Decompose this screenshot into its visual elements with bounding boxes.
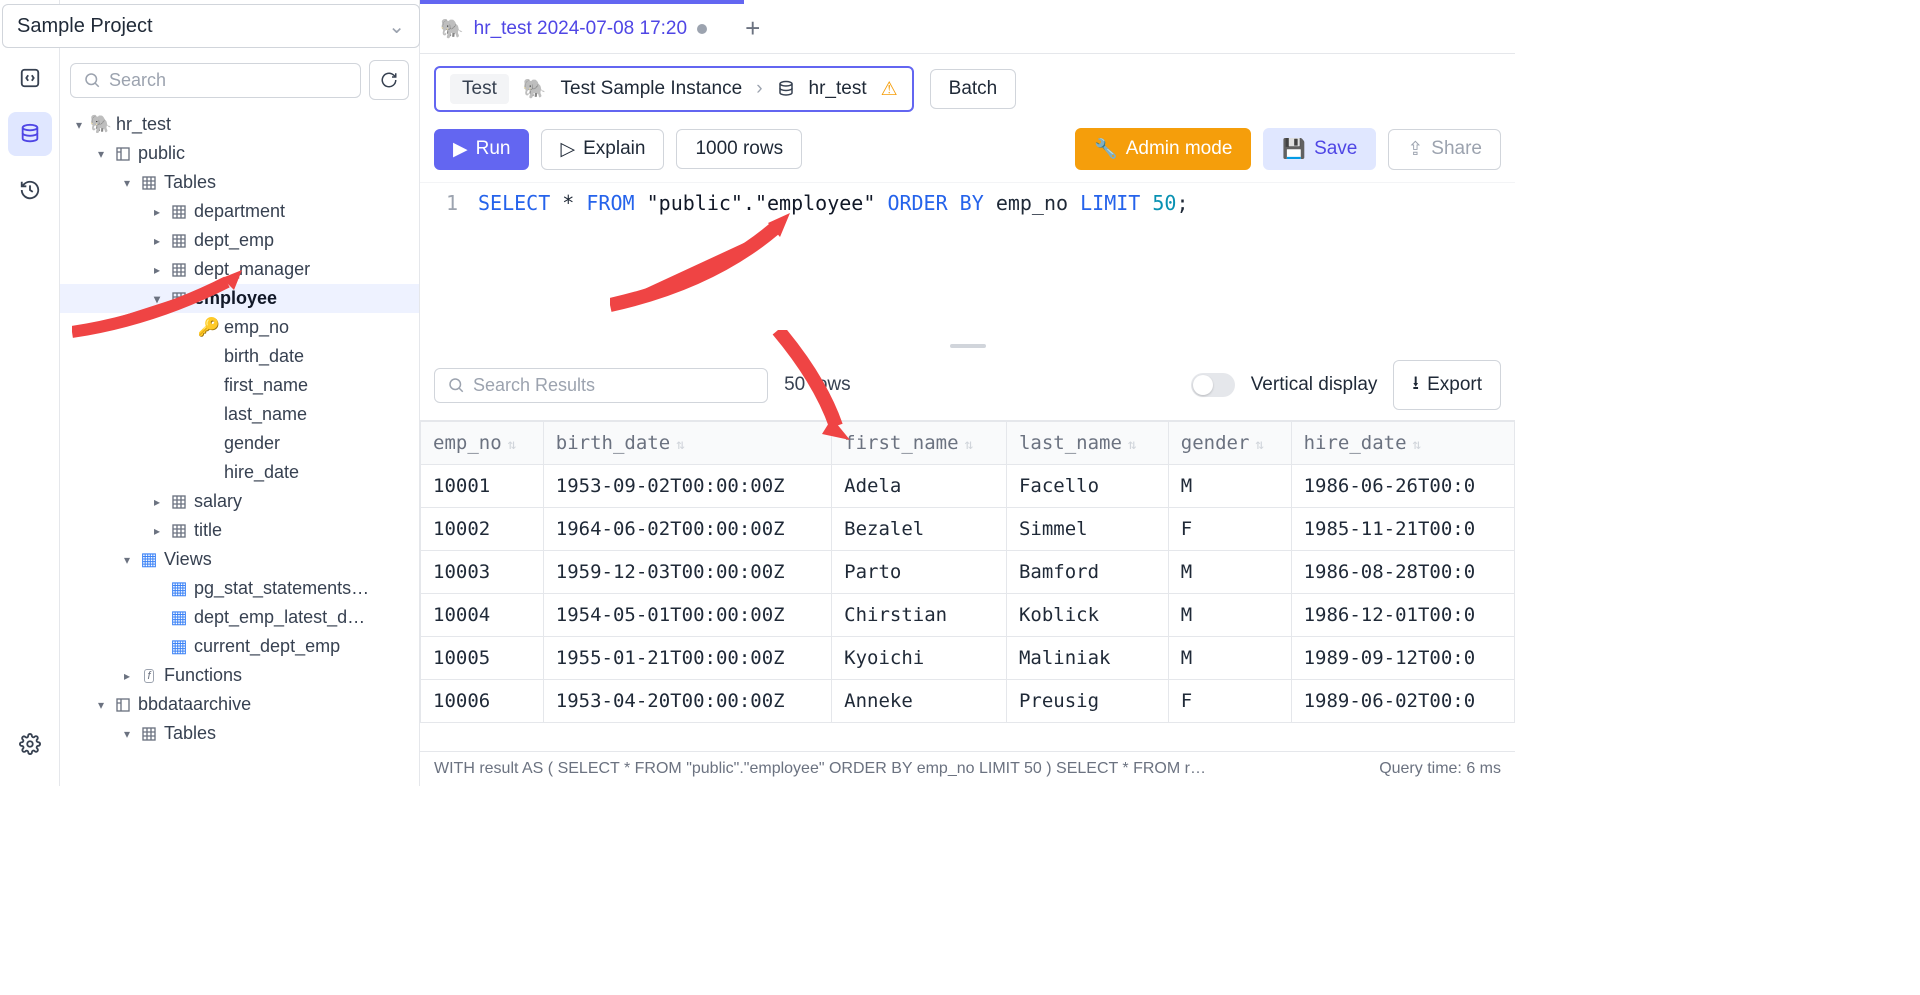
batch-button[interactable]: Batch (930, 69, 1017, 109)
row-limit-select[interactable]: 1000 rows (676, 129, 802, 169)
sql-editor[interactable]: 1 SELECT * FROM "public"."employee" ORDE… (420, 182, 1515, 342)
project-selector[interactable]: Sample Project ⌄ (2, 4, 420, 48)
rail-history-icon[interactable] (8, 168, 52, 212)
tree: ▾🐘hr_test▾public▾Tables▸department▸dept_… (60, 110, 419, 786)
table-row[interactable]: 100021964-06-02T00:00:00ZBezalelSimmelF1… (421, 508, 1515, 551)
search-icon (83, 71, 101, 89)
col-header-hire_date[interactable]: hire_date⇅ (1291, 422, 1514, 465)
tab-active[interactable]: 🐘 hr_test 2024-07-08 17:20 (420, 4, 727, 53)
rail-settings-icon[interactable] (8, 722, 52, 766)
col-header-last_name[interactable]: last_name⇅ (1006, 422, 1168, 465)
warning-icon: ⚠ (881, 78, 898, 101)
save-icon: 💾 (1282, 137, 1306, 161)
postgres-icon: 🐘 (440, 17, 464, 41)
tree-view[interactable]: ▦dept_emp_latest_d… (60, 603, 419, 632)
status-query: WITH result AS ( SELECT * FROM "public".… (434, 760, 1206, 778)
tree-col-first_name[interactable]: first_name (60, 371, 419, 400)
tree-col-last_name[interactable]: last_name (60, 400, 419, 429)
project-name: Sample Project (17, 15, 153, 38)
search-icon (447, 376, 465, 394)
status-time: Query time: 6 ms (1379, 760, 1501, 778)
refresh-icon (380, 71, 398, 89)
refresh-button[interactable] (369, 60, 409, 100)
share-button[interactable]: ⇪Share (1388, 129, 1501, 170)
sql-code: SELECT * FROM "public"."employee" ORDER … (478, 191, 1189, 342)
tree-archive-tables[interactable]: ▾Tables (60, 719, 419, 748)
col-header-first_name[interactable]: first_name⇅ (832, 422, 1007, 465)
save-button[interactable]: 💾Save (1263, 128, 1376, 170)
splitter-handle[interactable] (420, 342, 1515, 350)
play-outline-icon: ▷ (560, 138, 575, 161)
chevron-down-icon: ⌄ (388, 14, 405, 39)
tree-schema[interactable]: ▾public (60, 139, 419, 168)
table-row[interactable]: 100061953-04-20T00:00:00ZAnnekePreusigF1… (421, 680, 1515, 723)
results-toolbar: Search Results 50 rows Vertical display … (420, 350, 1515, 420)
tree-table-employee[interactable]: ▾employee (60, 284, 419, 313)
tree-tables[interactable]: ▾Tables (60, 168, 419, 197)
tree-view[interactable]: ▦current_dept_emp (60, 632, 419, 661)
tree-table-dept_emp[interactable]: ▸dept_emp (60, 226, 419, 255)
col-header-birth_date[interactable]: birth_date⇅ (543, 422, 831, 465)
sort-icon: ⇅ (1128, 437, 1136, 453)
wrench-icon: 🔧 (1094, 137, 1118, 161)
table-row[interactable]: 100051955-01-21T00:00:00ZKyoichiMaliniak… (421, 637, 1515, 680)
table-row[interactable]: 100031959-12-03T00:00:00ZPartoBamfordM19… (421, 551, 1515, 594)
results-search-input[interactable]: Search Results (434, 368, 768, 403)
sort-icon: ⇅ (1255, 437, 1263, 453)
tree-archive[interactable]: ▾bbdataarchive (60, 690, 419, 719)
editor-toolbar: ▶Run ▷Explain 1000 rows 🔧Admin mode 💾Sav… (420, 124, 1515, 182)
main: 🐘 hr_test 2024-07-08 17:20 + Test 🐘 Test… (420, 0, 1515, 786)
run-button[interactable]: ▶Run (434, 129, 529, 170)
tree-table-dept_manager[interactable]: ▸dept_manager (60, 255, 419, 284)
tree-views[interactable]: ▾▦Views (60, 545, 419, 574)
table-row[interactable]: 100011953-09-02T00:00:00ZAdelaFacelloM19… (421, 465, 1515, 508)
postgres-icon: 🐘 (523, 77, 547, 101)
tree-table-salary[interactable]: ▸salary (60, 487, 419, 516)
tree-col-hire_date[interactable]: hire_date (60, 458, 419, 487)
new-tab-button[interactable]: + (727, 13, 778, 44)
line-number: 1 (434, 191, 458, 342)
tree-col-birth_date[interactable]: birth_date (60, 342, 419, 371)
sort-icon: ⇅ (508, 437, 516, 453)
sidebar: Sample Project ⌄ Search ▾🐘hr_test▾public… (60, 0, 420, 786)
dirty-dot-icon (697, 24, 707, 34)
sort-icon: ⇅ (1413, 437, 1421, 453)
export-button[interactable]: ⭳Export (1393, 360, 1501, 410)
env-badge: Test (450, 74, 509, 104)
status-bar: WITH result AS ( SELECT * FROM "public".… (420, 751, 1515, 786)
chevron-right-icon: › (756, 78, 762, 100)
explain-button[interactable]: ▷Explain (541, 129, 664, 170)
sort-icon: ⇅ (965, 437, 973, 453)
tree-table-title[interactable]: ▸title (60, 516, 419, 545)
tree-table-department[interactable]: ▸department (60, 197, 419, 226)
tree-view[interactable]: ▦pg_stat_statements… (60, 574, 419, 603)
left-rail (0, 0, 60, 786)
vertical-display-toggle[interactable] (1191, 373, 1235, 397)
breadcrumb[interactable]: Test 🐘 Test Sample Instance › hr_test ⚠ (434, 66, 914, 112)
database-icon (777, 80, 795, 98)
table-row[interactable]: 100041954-05-01T00:00:00ZChirstianKoblic… (421, 594, 1515, 637)
row-count: 50 rows (784, 374, 851, 396)
rail-code-icon[interactable] (8, 56, 52, 100)
admin-mode-button[interactable]: 🔧Admin mode (1075, 128, 1251, 170)
share-icon: ⇪ (1407, 138, 1423, 161)
tree-db[interactable]: ▾🐘hr_test (60, 110, 419, 139)
sort-icon: ⇅ (676, 437, 684, 453)
results-table: emp_no⇅birth_date⇅first_name⇅last_name⇅g… (420, 420, 1515, 751)
tree-col-emp_no[interactable]: 🔑emp_no (60, 313, 419, 342)
col-header-emp_no[interactable]: emp_no⇅ (421, 422, 544, 465)
tree-col-gender[interactable]: gender (60, 429, 419, 458)
col-header-gender[interactable]: gender⇅ (1168, 422, 1291, 465)
rail-database-icon[interactable] (8, 112, 52, 156)
sidebar-search-input[interactable]: Search (70, 63, 361, 98)
tree-functions[interactable]: ▸fFunctions (60, 661, 419, 690)
play-icon: ▶ (453, 138, 468, 161)
tab-bar: 🐘 hr_test 2024-07-08 17:20 + (420, 4, 1515, 54)
download-icon: ⭳ (1412, 369, 1419, 401)
